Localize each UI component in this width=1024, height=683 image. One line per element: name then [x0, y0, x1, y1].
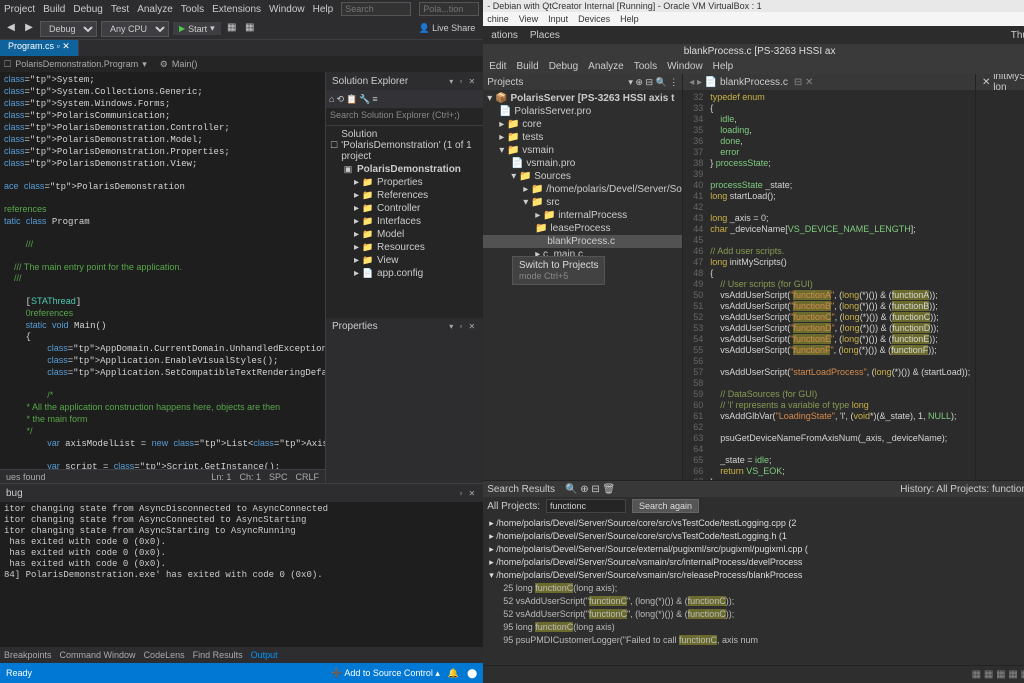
- output-tabs[interactable]: BreakpointsCommand WindowCodeLensFind Re…: [0, 647, 483, 663]
- code-editor[interactable]: class="tp">System; class="tp">System.Col…: [0, 72, 325, 483]
- search-again-button[interactable]: Search again: [632, 499, 699, 513]
- visual-studio-window: ProjectBuildDebugTestAnalyzeToolsExtensi…: [0, 0, 483, 683]
- search-result[interactable]: 95 psuPMDICustomerLogger("Failed to call…: [483, 634, 1024, 647]
- tree-item[interactable]: ▸ 📁 core: [483, 118, 682, 131]
- explorer-search[interactable]: Search Solution Explorer (Ctrl+;): [326, 108, 483, 126]
- tree-item[interactable]: ▾ 📁 vsmain: [483, 144, 682, 157]
- forward-icon[interactable]: ▶: [22, 22, 36, 36]
- tree-item[interactable]: ▸ 📁 internalProcess: [483, 209, 682, 222]
- tree-item[interactable]: 📁 leaseProcess: [483, 222, 682, 235]
- liveshare-button[interactable]: 👤 Live Share: [414, 23, 479, 34]
- tree-item[interactable]: ▾ 📁 src: [483, 196, 682, 209]
- status-ready: Ready: [6, 668, 32, 678]
- tree-item[interactable]: ▸ 📁Controller: [326, 202, 483, 215]
- gnome-topbar[interactable]: ationsPlacesThu: [483, 26, 1024, 44]
- search-result[interactable]: ▸ /home/polaris/Devel/Server/Source/core…: [483, 517, 1024, 530]
- search-results-pane: Search Results🔍 ⊕ ⊟ 🗑History: All Projec…: [483, 480, 1024, 665]
- search-result[interactable]: ▸ /home/polaris/Devel/Server/Source/exte…: [483, 543, 1024, 556]
- search-result[interactable]: ▸ /home/polaris/Devel/Server/Source/vsma…: [483, 556, 1024, 569]
- tree-item[interactable]: ▾ 📁 Sources: [483, 170, 682, 183]
- vs-search-input[interactable]: [341, 2, 411, 16]
- tree-item[interactable]: ▸ 📁Interfaces: [326, 215, 483, 228]
- platform-dropdown[interactable]: Any CPU: [101, 21, 169, 37]
- search-scope: All Projects:: [487, 501, 540, 512]
- tree-item[interactable]: ▸ 📁Resources: [326, 241, 483, 254]
- vm-menubar[interactable]: chineViewInputDevicesHelp: [483, 12, 1024, 26]
- vs-toolbar: ◀ ▶ Debug Any CPU Start ▾ ▦ ▦ 👤 Live Sha…: [0, 18, 483, 40]
- tree-item[interactable]: ▸ 📁Model: [326, 228, 483, 241]
- tree-item[interactable]: ▸ 📄app.config: [326, 267, 483, 278]
- tree-item[interactable]: ▸ 📁 /home/polaris/Devel/Server/So: [483, 183, 682, 196]
- vs-menubar[interactable]: ProjectBuildDebugTestAnalyzeToolsExtensi…: [0, 0, 483, 18]
- add-source-control[interactable]: ➕ Add to Source Control ▴: [331, 668, 440, 679]
- search-result[interactable]: ▸ /home/polaris/Devel/Server/Source/core…: [483, 530, 1024, 543]
- solution-explorer: Solution Explorer▾ ▫ ✕ ⌂⟲📋🔧≡ Search Solu…: [325, 72, 483, 483]
- search-result[interactable]: ▾ /home/polaris/Devel/Server/Source/vsma…: [483, 569, 1024, 582]
- tree-item[interactable]: ▸ 📁View: [326, 254, 483, 267]
- editor-tab[interactable]: Program.cs ▫ ✕: [0, 40, 79, 56]
- vm-title: - Debian with QtCreator Internal [Runnin…: [483, 0, 1024, 12]
- vs-statusbar: Ready ➕ Add to Source Control ▴🔔⬤: [0, 663, 483, 683]
- tree-item[interactable]: ▸ 📁 tests: [483, 131, 682, 144]
- panel-title: Solution Explorer▾ ▫ ✕: [326, 72, 483, 90]
- breadcrumb[interactable]: 🞎PolarisDemonstration.Program▾ ⚙Main(): [0, 56, 483, 72]
- search-result[interactable]: 95 long functionC(long axis): [483, 621, 1024, 634]
- tree-item[interactable]: blankProcess.c: [483, 235, 682, 248]
- back-icon[interactable]: ◀: [4, 22, 18, 36]
- virtualbox-window: - Debian with QtCreator Internal [Runnin…: [483, 0, 1024, 683]
- editor-statusbar: ues found Ln: 1Ch: 1SPCCRLF: [0, 469, 325, 483]
- toolbar-icon[interactable]: ▦: [243, 22, 257, 36]
- qt-editor-2[interactable]: ✕ initMyScripts(): lon: [976, 74, 1024, 480]
- output-text[interactable]: itor changing state from AsyncDisconnect…: [0, 502, 483, 647]
- search-result[interactable]: 25 long functionC(long axis);: [483, 582, 1024, 595]
- start-button[interactable]: Start ▾: [173, 22, 221, 35]
- qt-editor-1[interactable]: ◂ ▸ 📄 blankProcess.c⊟ ✕ 3233343536373839…: [683, 74, 976, 480]
- properties-title: Properties▾ ▫ ✕: [326, 318, 483, 336]
- vs-tabs: Program.cs ▫ ✕: [0, 40, 483, 56]
- explorer-toolbar[interactable]: ⌂⟲📋🔧≡: [326, 90, 483, 108]
- tooltip: Switch to Projects mode Ctrl+5: [512, 256, 605, 285]
- search-term-input[interactable]: [546, 499, 626, 513]
- tree-item[interactable]: 📄 PolarisServer.pro: [483, 105, 682, 118]
- toolbar-icon[interactable]: ▦: [225, 22, 239, 36]
- qt-menubar[interactable]: EditBuildDebugAnalyzeToolsWindowHelp: [483, 58, 1024, 74]
- qt-statusbar: ▦ ▦ ▦ ▦ ▦: [483, 665, 1024, 683]
- tree-item[interactable]: ▸ 📁References: [326, 189, 483, 202]
- qtcreator-title: blankProcess.c [PS-3263 HSSI ax: [483, 44, 1024, 58]
- search-result[interactable]: 52 vsAddUserScript("functionC", (long(*)…: [483, 595, 1024, 608]
- search-result[interactable]: 52 vsAddUserScript("functionC", (long(*)…: [483, 608, 1024, 621]
- output-panel: bug▫ ✕ itor changing state from AsyncDis…: [0, 484, 483, 663]
- vs-search2-input[interactable]: [419, 2, 479, 16]
- tree-item[interactable]: ▸ 📁Properties: [326, 176, 483, 189]
- tree-item[interactable]: 📄 vsmain.pro: [483, 157, 682, 170]
- config-dropdown[interactable]: Debug: [40, 21, 97, 37]
